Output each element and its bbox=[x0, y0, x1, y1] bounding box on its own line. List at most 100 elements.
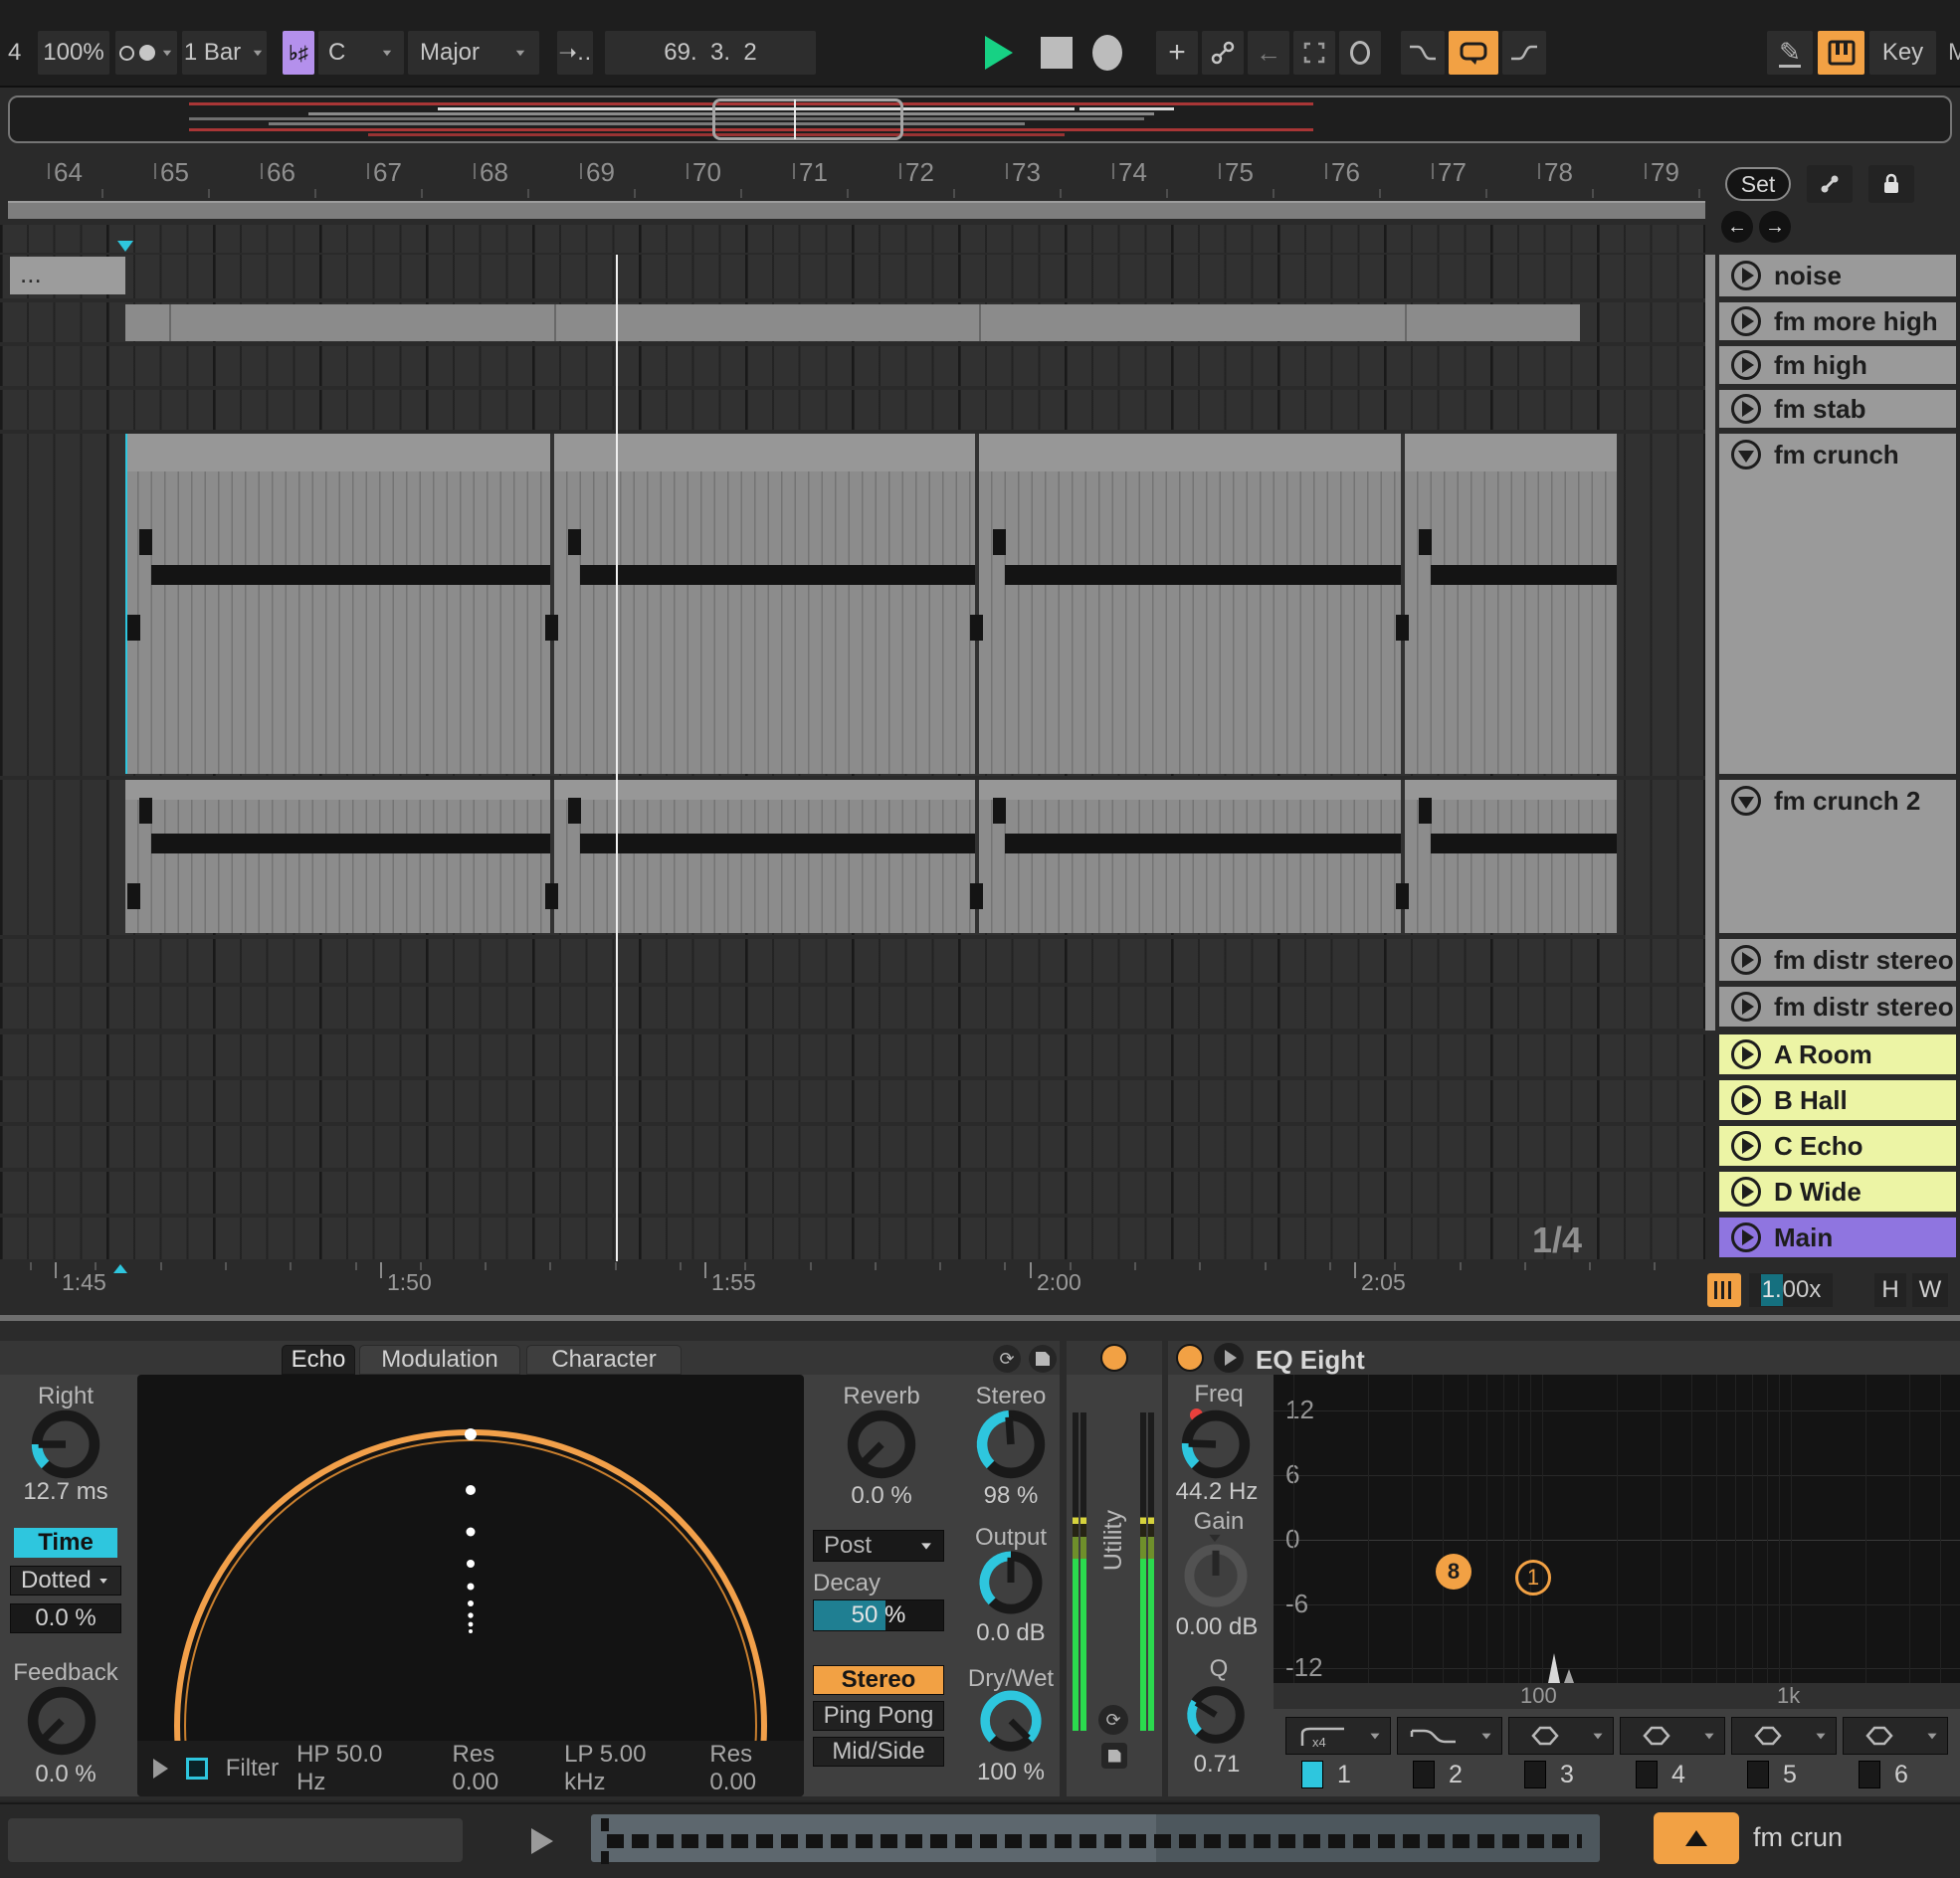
bar-number[interactable]: 76 bbox=[1331, 157, 1360, 188]
band-2-enable-checkbox[interactable] bbox=[1413, 1761, 1435, 1788]
bar-number[interactable]: 72 bbox=[905, 157, 934, 188]
groove-amount-field[interactable]: 100% bbox=[38, 31, 109, 75]
eq-activator-button[interactable] bbox=[1176, 1344, 1204, 1372]
echo-save-button[interactable] bbox=[1029, 1345, 1057, 1373]
overview-view-rect[interactable] bbox=[712, 98, 903, 140]
midi-map-button-partial[interactable]: M bbox=[1948, 31, 1960, 75]
play-icon[interactable] bbox=[1731, 261, 1761, 290]
midi-clip-notes[interactable] bbox=[1405, 471, 1617, 774]
track-lane[interactable] bbox=[0, 1126, 1705, 1168]
scale-accidental-button[interactable]: ♭♯ bbox=[283, 31, 314, 75]
band-6-filter-type-menu[interactable] bbox=[1843, 1717, 1948, 1755]
track-lane[interactable] bbox=[0, 346, 1705, 386]
echo-mode-midside-button[interactable]: Mid/Side bbox=[813, 1737, 944, 1767]
fade-in-button[interactable] bbox=[1502, 31, 1546, 75]
band-2-filter-type-menu[interactable] bbox=[1397, 1717, 1502, 1755]
echo-sync-button[interactable]: Time bbox=[14, 1528, 117, 1558]
echo-output-knob[interactable] bbox=[976, 1548, 1046, 1617]
band-6-enable-checkbox[interactable] bbox=[1859, 1761, 1880, 1788]
track-header-fm-crunch-2[interactable]: fm crunch 2 bbox=[1719, 780, 1956, 933]
track-scroll-strip[interactable] bbox=[1705, 255, 1715, 1031]
bar-number[interactable]: 68 bbox=[480, 157, 508, 188]
unfold-icon[interactable] bbox=[1731, 786, 1761, 816]
band-1-filter-type-menu[interactable]: x4 bbox=[1285, 1717, 1391, 1755]
time-label[interactable]: 1:55 bbox=[711, 1269, 756, 1296]
bar-number[interactable]: 71 bbox=[799, 157, 828, 188]
play-icon[interactable] bbox=[1731, 394, 1761, 424]
filter-res1-value[interactable]: Res 0.00 bbox=[453, 1741, 547, 1796]
filter-expand-icon[interactable] bbox=[153, 1759, 168, 1779]
clip-chooser-button[interactable] bbox=[1654, 1812, 1739, 1864]
track-header-A-Room[interactable]: A Room bbox=[1719, 1034, 1956, 1074]
echo-stereo-knob[interactable] bbox=[973, 1407, 1049, 1482]
track-lane[interactable] bbox=[0, 939, 1705, 983]
track-header-C-Echo[interactable]: C Echo bbox=[1719, 1126, 1956, 1166]
track-lane[interactable] bbox=[0, 1080, 1705, 1122]
track-header-Main[interactable]: Main bbox=[1719, 1218, 1956, 1257]
eq-band-node-8[interactable]: 8 bbox=[1436, 1554, 1471, 1590]
bar-number[interactable]: 74 bbox=[1118, 157, 1147, 188]
stop-button[interactable] bbox=[1041, 37, 1073, 69]
echo-hot-swap-button[interactable]: ⟳ bbox=[993, 1345, 1021, 1373]
band-4-filter-type-menu[interactable] bbox=[1620, 1717, 1725, 1755]
loop-button[interactable] bbox=[1449, 31, 1498, 75]
echo-reverb-position-menu[interactable]: Post bbox=[813, 1530, 944, 1562]
echo-offset-field[interactable]: 0.0 % bbox=[10, 1603, 121, 1633]
track-lane[interactable] bbox=[0, 390, 1705, 430]
echo-drywet-knob[interactable] bbox=[977, 1687, 1045, 1755]
bar-number[interactable]: 64 bbox=[54, 157, 83, 188]
lock-envelopes-button[interactable] bbox=[1868, 165, 1914, 203]
echo-decay-slider[interactable]: 50 % bbox=[813, 1599, 944, 1631]
play-icon[interactable] bbox=[1731, 1222, 1761, 1252]
filter-lp-value[interactable]: LP 5.00 kHz bbox=[564, 1741, 691, 1796]
play-icon[interactable] bbox=[1731, 1039, 1761, 1069]
track-header-fm-crunch[interactable]: fm crunch bbox=[1719, 434, 1956, 774]
arrangement-position-field[interactable]: 69. 3. 2 bbox=[605, 31, 816, 75]
scrub-bar[interactable] bbox=[8, 201, 1705, 219]
time-label[interactable]: 2:00 bbox=[1037, 1269, 1081, 1296]
midi-clip-notes[interactable] bbox=[1405, 800, 1617, 933]
midi-clip-header[interactable] bbox=[979, 780, 1401, 800]
tab-modulation[interactable]: Modulation bbox=[359, 1345, 520, 1375]
track-lane[interactable] bbox=[0, 225, 1705, 253]
set-button[interactable]: Set bbox=[1725, 167, 1791, 201]
bar-number[interactable]: 78 bbox=[1544, 157, 1573, 188]
echo-feedback-knob[interactable] bbox=[24, 1683, 99, 1759]
bar-number[interactable]: 69 bbox=[586, 157, 615, 188]
tab-echo[interactable]: Echo bbox=[282, 1345, 355, 1375]
play-icon[interactable] bbox=[1731, 350, 1761, 380]
track-lane[interactable] bbox=[0, 1034, 1705, 1076]
play-icon[interactable] bbox=[1731, 1177, 1761, 1207]
track-lane[interactable] bbox=[0, 1172, 1705, 1214]
band-1-enable-checkbox[interactable] bbox=[1301, 1761, 1323, 1788]
play-button[interactable] bbox=[985, 36, 1013, 70]
band-3-enable-checkbox[interactable] bbox=[1524, 1761, 1546, 1788]
echo-tunnel-display[interactable]: Filter HP 50.0 Hz Res 0.00 LP 5.00 kHz R… bbox=[137, 1375, 804, 1796]
clip-play-button[interactable] bbox=[531, 1828, 553, 1854]
zoom-width-button[interactable]: W bbox=[1912, 1273, 1948, 1307]
track-header-noise[interactable]: noise bbox=[1719, 255, 1956, 296]
automation-mode-button[interactable] bbox=[1202, 31, 1244, 75]
play-icon[interactable] bbox=[1731, 992, 1761, 1022]
track-header-D-Wide[interactable]: D Wide bbox=[1719, 1172, 1956, 1212]
filter-hp-value[interactable]: HP 50.0 Hz bbox=[296, 1741, 416, 1796]
midi-clip-header[interactable] bbox=[1405, 434, 1617, 471]
midi-clip-notes[interactable] bbox=[979, 800, 1401, 933]
bar-number[interactable]: 67 bbox=[373, 157, 402, 188]
bar-number[interactable]: 73 bbox=[1012, 157, 1041, 188]
follow-button[interactable]: ➝‥ bbox=[557, 31, 593, 75]
time-signature-field[interactable]: 4 bbox=[8, 31, 21, 75]
eq-preview-button[interactable] bbox=[1214, 1343, 1244, 1373]
utility-save-button[interactable] bbox=[1101, 1743, 1127, 1769]
midi-clip-header[interactable] bbox=[125, 780, 550, 800]
echo-division-menu[interactable]: Dotted bbox=[10, 1566, 121, 1596]
play-icon[interactable] bbox=[1731, 306, 1761, 336]
record-button[interactable] bbox=[1092, 35, 1122, 71]
audio-clip[interactable] bbox=[125, 304, 1580, 341]
overflow-clip[interactable]: ... bbox=[10, 257, 125, 294]
eq-curve-display[interactable]: 1260-6-1281 bbox=[1274, 1375, 1960, 1683]
midi-clip-notes[interactable] bbox=[979, 471, 1401, 774]
midi-clip-header[interactable] bbox=[1405, 780, 1617, 800]
time-label[interactable]: 1:45 bbox=[62, 1269, 106, 1296]
bar-number[interactable]: 77 bbox=[1438, 157, 1467, 188]
